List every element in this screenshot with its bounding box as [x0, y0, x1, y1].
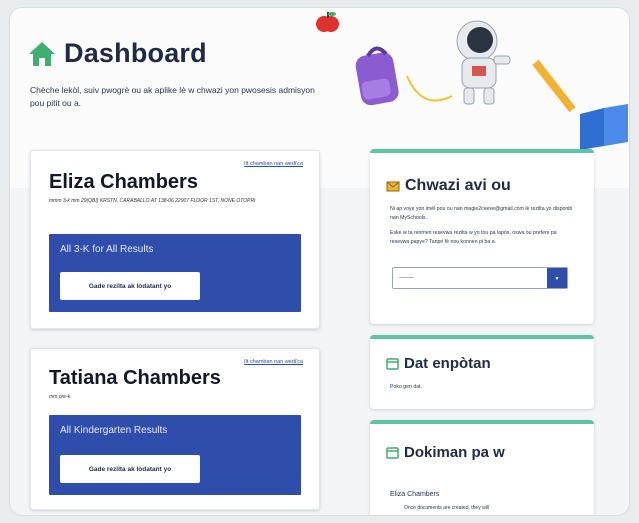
mail-icon [386, 181, 400, 192]
page-subtitle: Chèche lekòl, suiv pwogrè ou ak aplike l… [30, 85, 315, 108]
calendar-icon [386, 447, 399, 459]
documents-panel: Dokiman pa w Eliza Chambers Once documen… [370, 420, 594, 515]
student-card-link[interactable]: Ilt chamban nan wedi'ca [244, 359, 303, 365]
documents-empty-text: Once documents are created, they will [404, 505, 490, 511]
dashboard-frame: Dashboard Chèche lekòl, suiv pwogrè ou a… [10, 8, 629, 515]
documents-heading: Dokiman pa w [404, 444, 505, 461]
page-title-text: Dashboard [64, 38, 207, 68]
results-title: All Kindergarten Results [60, 425, 168, 436]
calendar-icon [386, 358, 399, 370]
important-dates-empty: Poko gen dat. [390, 384, 423, 390]
student-card: Ilt chamban nan wedi'ca Tatiana Chambers… [30, 348, 320, 510]
book-icon [580, 104, 628, 150]
notification-select-value: ——— [399, 275, 414, 281]
page-title: Dashboard [28, 38, 207, 69]
apple-icon [316, 12, 339, 32]
important-dates-panel: Dat enpòtan Poko gen dat. [370, 335, 594, 409]
ruler-icon [532, 59, 576, 113]
student-name: Eliza Chambers [49, 171, 198, 193]
student-name: Tatiana Chambers [49, 367, 221, 389]
notification-select[interactable]: ——— ▾ [392, 267, 568, 289]
view-results-button[interactable]: Gade rezilta ak lòdatant yo [60, 272, 200, 300]
chevron-down-icon[interactable]: ▾ [547, 268, 567, 288]
results-box: All Kindergarten Results Gade rezilta ak… [49, 415, 301, 495]
important-dates-heading: Dat enpòtan [404, 355, 491, 372]
notification-panel-title: Chwazi avi ou [386, 177, 511, 195]
house-icon [29, 41, 55, 66]
student-card: Ilt chamban nan wedi'ca Eliza Chambers m… [30, 150, 320, 329]
documents-student-name: Eliza Chambers [390, 491, 440, 498]
notification-panel-heading: Chwazi avi ou [405, 177, 511, 194]
important-dates-title: Dat enpòtan [386, 355, 491, 372]
documents-title: Dokiman pa w [386, 444, 505, 461]
astronaut-icon [406, 20, 511, 105]
view-results-button[interactable]: Gade rezilta ak lòdatant yo [60, 455, 200, 483]
notification-question-text: Eske w ta renmen resevwa rezilta w yo to… [390, 230, 557, 245]
student-card-link[interactable]: Ilt chamban nan wedi'ca [244, 161, 303, 167]
notification-email-text: Ni ap voye yon imèl pou ou nan magie2cee… [390, 206, 573, 221]
results-box: All 3-K for All Results Gade rezilta ak … [49, 234, 301, 312]
student-school-info: mmm 3-k mm 29(QBI) KRSTN, CARABALLO AT 1… [49, 198, 256, 204]
notification-panel: Chwazi avi ou Ni ap voye yon imèl pou ou… [370, 149, 594, 324]
student-school-info: mm pre-k [49, 394, 71, 400]
backpack-icon [355, 46, 399, 106]
results-title: All 3-K for All Results [60, 244, 154, 255]
